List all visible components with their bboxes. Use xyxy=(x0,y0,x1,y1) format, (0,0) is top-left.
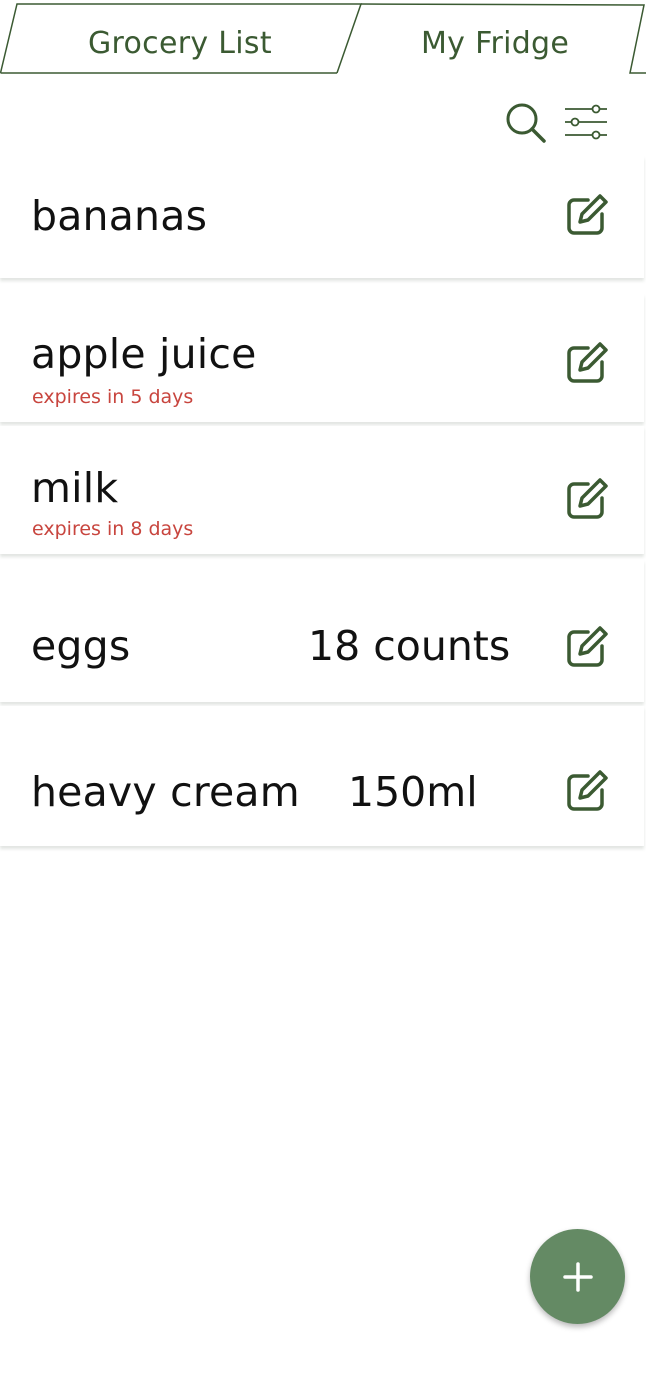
edit-button[interactable] xyxy=(560,764,614,818)
sliders-icon xyxy=(565,104,607,140)
edit-button[interactable] xyxy=(560,188,614,242)
edit-icon xyxy=(567,626,608,667)
fridge-item-heavy-cream[interactable]: heavy cream 150ml xyxy=(0,706,644,846)
list-toolbar xyxy=(502,98,610,148)
plus-icon xyxy=(562,1261,593,1292)
edit-icon xyxy=(567,342,608,383)
add-item-button[interactable] xyxy=(530,1229,625,1324)
item-name: milk xyxy=(31,464,119,512)
edit-button[interactable] xyxy=(560,336,614,390)
search-button[interactable] xyxy=(502,99,550,147)
expiry-note: expires in 5 days xyxy=(32,386,194,408)
tab-my-fridge[interactable]: My Fridge xyxy=(340,4,646,78)
expiry-note: expires in 8 days xyxy=(32,518,194,540)
edit-icon xyxy=(567,478,608,519)
search-icon xyxy=(506,103,546,143)
edit-icon xyxy=(567,770,608,811)
filter-button[interactable] xyxy=(562,99,610,147)
item-name: eggs xyxy=(31,622,131,670)
item-name: apple juice xyxy=(31,330,257,378)
tab-grocery-list[interactable]: Grocery List xyxy=(0,4,352,78)
edit-icon xyxy=(567,194,608,235)
fridge-item-apple-juice[interactable]: apple juice expires in 5 days xyxy=(0,294,644,422)
fridge-item-bananas[interactable]: bananas xyxy=(0,156,644,278)
tab-bar: Grocery List My Fridge xyxy=(0,0,646,80)
tab-my-fridge-label: My Fridge xyxy=(421,26,570,61)
item-name: heavy cream xyxy=(31,768,300,816)
item-name: bananas xyxy=(31,192,208,240)
edit-button[interactable] xyxy=(560,472,614,526)
fridge-item-milk[interactable]: milk expires in 8 days xyxy=(0,426,644,554)
item-quantity: 150ml xyxy=(348,768,478,816)
edit-button[interactable] xyxy=(560,620,614,674)
tab-grocery-list-label: Grocery List xyxy=(88,26,272,61)
fridge-item-eggs[interactable]: eggs 18 counts xyxy=(0,560,644,702)
item-quantity: 18 counts xyxy=(308,622,511,670)
